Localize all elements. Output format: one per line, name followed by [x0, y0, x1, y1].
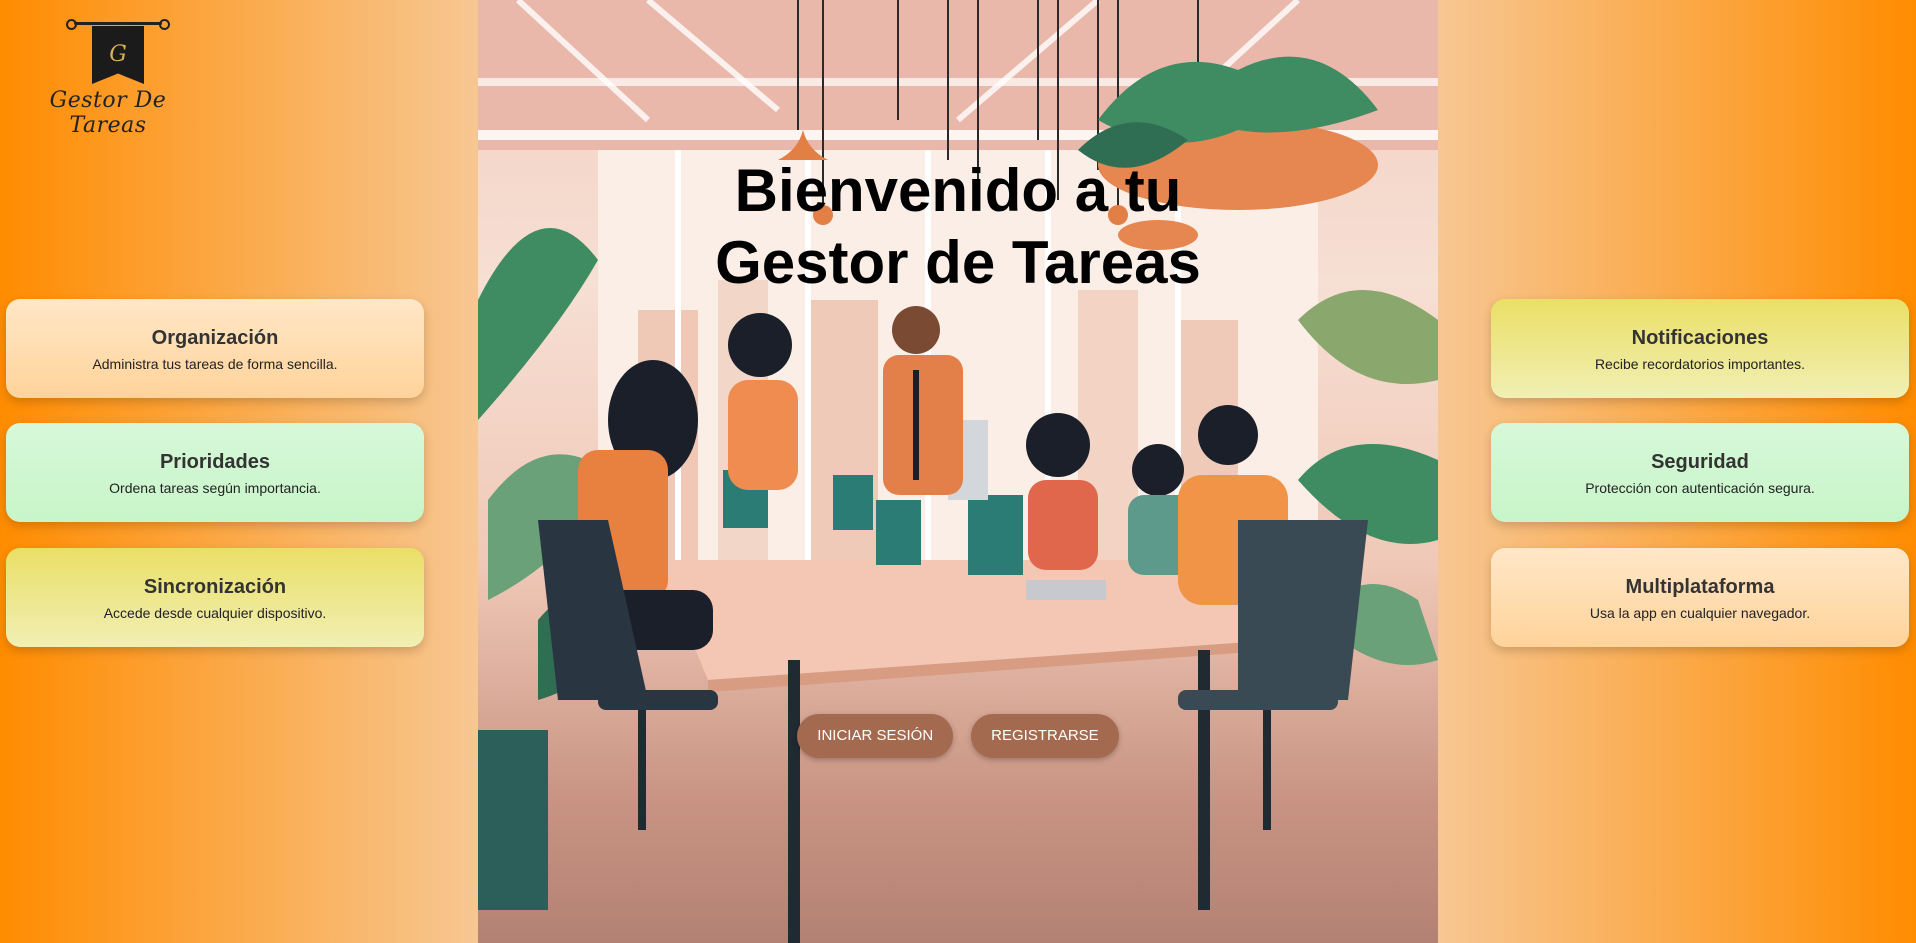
feature-title: Seguridad [1651, 451, 1749, 473]
feature-description: Recibe recordatorios importantes. [1594, 356, 1806, 372]
feature-card-prioridades: Prioridades Ordena tareas según importan… [6, 423, 424, 522]
feature-description: Usa la app en cualquier navegador. [1589, 605, 1811, 621]
logo-monogram: G [109, 42, 127, 67]
feature-description: Protección con autenticación segura. [1585, 480, 1815, 496]
hero-title: Bienvenido a tu Gestor de Tareas [478, 155, 1438, 299]
logo[interactable]: G Gestor De Tareas [18, 18, 198, 138]
office-illustration [478, 0, 1438, 943]
feature-title: Organización [151, 327, 279, 349]
feature-card-sincronizacion: Sincronización Accede desde cualquier di… [6, 548, 424, 647]
hero-section: Bienvenido a tu Gestor de Tareas INICIAR… [478, 0, 1438, 943]
feature-title: Notificaciones [1631, 327, 1769, 349]
feature-card-seguridad: Seguridad Protección con autenticación s… [1491, 423, 1909, 522]
feature-card-notificaciones: Notificaciones Recibe recordatorios impo… [1491, 299, 1909, 398]
feature-card-multiplataforma: Multiplataforma Usa la app en cualquier … [1491, 548, 1909, 647]
hero-title-line1: Bienvenido a tu [734, 157, 1182, 224]
register-button[interactable]: REGISTRARSE [971, 714, 1119, 758]
auth-buttons: INICIAR SESIÓN REGISTRARSE [478, 714, 1438, 758]
feature-description: Administra tus tareas de forma sencilla. [92, 356, 338, 372]
feature-description: Ordena tareas según importancia. [109, 480, 321, 496]
feature-title: Multiplataforma [1625, 576, 1775, 598]
feature-description: Accede desde cualquier dispositivo. [103, 605, 327, 621]
feature-title: Sincronización [143, 576, 287, 598]
hero-title-line2: Gestor de Tareas [715, 229, 1201, 296]
banner-rod-icon [66, 19, 170, 30]
feature-title: Prioridades [159, 451, 271, 473]
feature-card-organizacion: Organización Administra tus tareas de fo… [6, 299, 424, 398]
login-button[interactable]: INICIAR SESIÓN [797, 714, 954, 758]
logo-text: Gestor De Tareas [49, 88, 167, 138]
